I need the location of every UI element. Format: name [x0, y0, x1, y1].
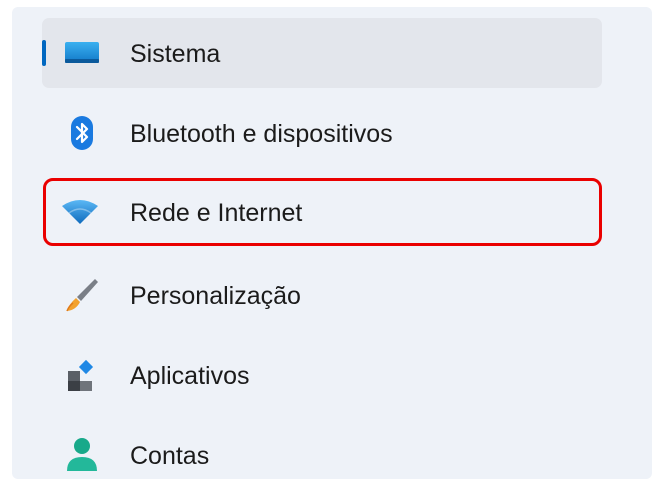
- bluetooth-icon: [71, 116, 93, 150]
- sidebar-item-label: Aplicativos: [130, 362, 250, 390]
- sidebar-item-bluetooth[interactable]: Bluetooth e dispositivos: [42, 98, 602, 168]
- person-icon: [67, 438, 97, 471]
- sidebar-item-rede-e-internet[interactable]: Rede e Internet: [43, 178, 602, 246]
- sidebar-item-label: Bluetooth e dispositivos: [130, 120, 393, 148]
- sidebar-item-label: Sistema: [130, 40, 221, 68]
- system-display-icon: [65, 42, 99, 63]
- sidebar-item-personalizacao[interactable]: Personalização: [42, 260, 602, 330]
- paintbrush-icon: [66, 279, 98, 312]
- sidebar-item-aplicativos[interactable]: Aplicativos: [42, 340, 602, 410]
- selection-indicator: [42, 40, 46, 66]
- sidebar-item-contas[interactable]: Contas: [42, 420, 602, 490]
- sidebar-item-sistema[interactable]: Sistema: [42, 18, 602, 88]
- sidebar-item-label: Personalização: [130, 282, 301, 310]
- apps-icon: [68, 359, 94, 391]
- sidebar-item-label: Rede e Internet: [130, 199, 303, 227]
- sidebar-item-label: Contas: [130, 442, 210, 470]
- wifi-icon: [62, 200, 98, 224]
